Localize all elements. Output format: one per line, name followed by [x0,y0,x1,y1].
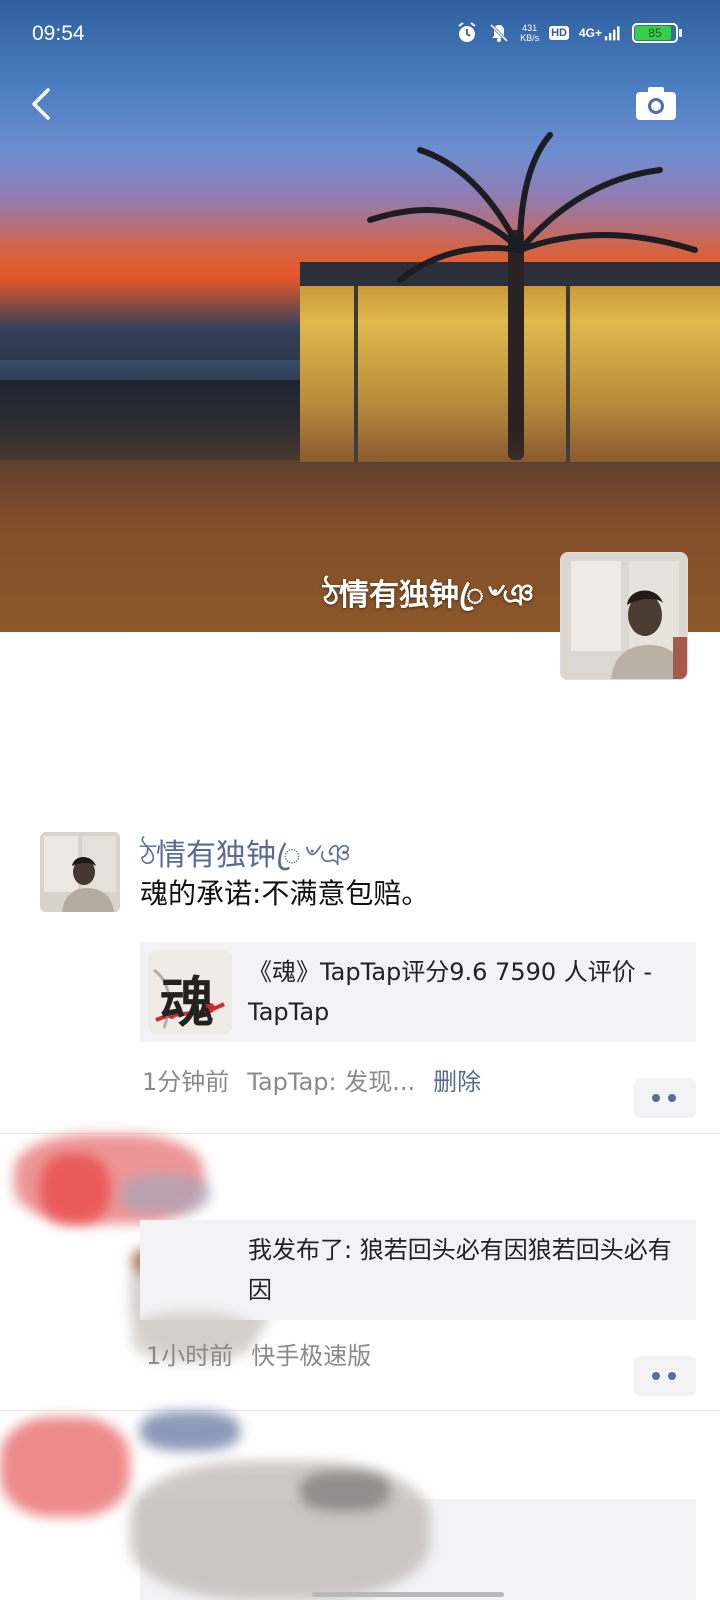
redaction-scribble [300,1471,390,1511]
link-title: 《魂》TapTap评分9.6 7590 人评价 - TapTap [248,958,653,1026]
game-app-icon: 魂 [148,950,232,1034]
cover-image[interactable]: 09:54 431 KB/s HD 4G+ 85 ঠ情有独钟ꦿ৺ঞ [0,0,720,632]
network-speed: 431 KB/s [520,23,539,43]
dot-icon [668,1372,676,1380]
post-meta: 1小时前 快手极速版 [146,1336,371,1371]
dot-icon [652,1094,660,1102]
palm-leaves [367,132,698,283]
post-source[interactable]: 快手极速版 [251,1342,371,1370]
profile-avatar[interactable] [560,552,688,680]
network-type: 4G+ [578,26,602,40]
delete-link[interactable]: 删除 [433,1068,481,1096]
cover-username[interactable]: ঠ情有独钟ꦿ৺ঞ [323,570,534,632]
post-avatar-image [40,832,120,912]
game-icon-char: 魂 [160,970,214,1034]
link-card[interactable]: 魂 《魂》TapTap评分9.6 7590 人评价 - TapTap [140,942,696,1042]
post-meta: 1分钟前 TapTap: 发现... 删除 [142,1062,481,1097]
post-time: 1小时前 [146,1342,234,1370]
link-title: 我发布了: 狼若回头必有因狼若回头必有因 [248,1236,672,1304]
signal-icon [604,26,620,41]
redaction-scribble [0,1417,130,1517]
more-options-button[interactable] [634,1078,696,1118]
dot-icon [652,1372,660,1380]
moment-post [0,1411,720,1600]
dot-icon [668,1094,676,1102]
hd-badge: HD [549,26,569,40]
redaction-scribble [120,1174,210,1214]
status-time: 09:54 [32,22,85,45]
network-speed-unit: KB/s [520,33,540,43]
post-text: 魂的承诺:不满意包赔。 [140,877,430,910]
mute-bell-icon [490,23,509,43]
avatar-image [561,553,687,679]
status-icons: 431 KB/s HD 4G+ 85 [456,22,682,44]
alarm-icon [458,22,476,42]
redaction-scribble [140,1411,240,1451]
home-indicator[interactable] [312,1592,504,1597]
redaction-scribble [40,1154,110,1224]
post-avatar[interactable] [40,832,120,912]
post-source[interactable]: TapTap: 发现... [247,1068,415,1096]
battery-icon: 85 [632,23,682,43]
battery-level: 85 [648,26,662,40]
moment-post: 我发布了: 狼若回头必有因狼若回头必有因 1小时前 快手极速版 [0,1134,720,1410]
camera-icon[interactable] [634,84,678,124]
more-options-button[interactable] [634,1356,696,1396]
network-speed-value: 431 [522,23,538,33]
status-bar: 09:54 431 KB/s HD 4G+ 85 [0,0,720,72]
back-button[interactable] [22,82,66,126]
post-time: 1分钟前 [142,1068,230,1096]
link-card[interactable]: 我发布了: 狼若回头必有因狼若回头必有因 [140,1220,696,1320]
moment-post: ঠ情有独钟ꦿ৺ঞ 魂的承诺:不满意包赔。 魂 《魂》TapTap评分9.6 75… [0,820,720,1130]
